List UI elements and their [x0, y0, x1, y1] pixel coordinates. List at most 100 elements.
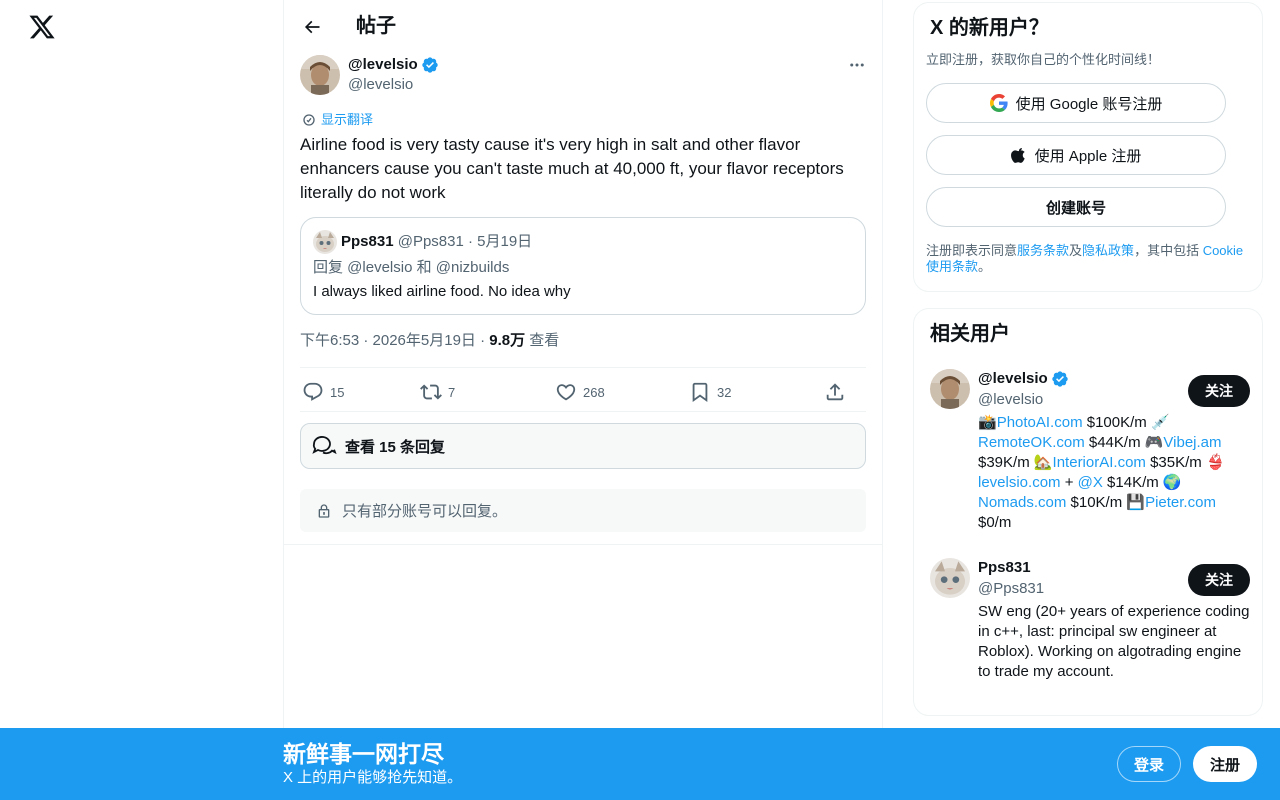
bio-text: $100K/m 💉: [1082, 414, 1170, 431]
user-bio: SW eng (20+ years of experience coding i…: [978, 603, 1250, 680]
translate-icon: [303, 114, 315, 126]
reply-icon: [303, 382, 323, 401]
login-button[interactable]: 登录: [1117, 746, 1181, 782]
share-icon: [826, 383, 844, 401]
user-handle[interactable]: @Pps831: [978, 579, 1044, 599]
repost-count: 7: [448, 384, 456, 400]
signup-subtitle: 立即注册，获取你自己的个性化时间线！: [926, 52, 1161, 67]
bio-text: +: [1060, 474, 1078, 491]
divider: [300, 367, 866, 368]
bio-text: $14K/m 🌍: [1102, 474, 1182, 491]
signup-card: X 的新用户？ 立即注册，获取你自己的个性化时间线！ 使用 Google 账号注…: [913, 2, 1263, 292]
divider: [300, 411, 866, 412]
like-count: 268: [583, 384, 605, 400]
post-timestamp: 下午6:53 · 2026年5月19日 · 9.8万 查看: [300, 332, 559, 350]
signup-button[interactable]: 注册: [1193, 746, 1257, 782]
quote-author-name: Pps831: [341, 233, 394, 250]
page-title: 帖子: [356, 15, 396, 37]
arrow-left-icon: [304, 20, 320, 34]
bio-link[interactable]: Nomads.com: [978, 494, 1066, 511]
user-bio: 📸PhotoAI.com $100K/m 💉 RemoteOK.com $44K…: [978, 413, 1250, 533]
legal-end: 。: [978, 259, 992, 274]
related-users-title: 相关用户: [930, 323, 1010, 345]
create-account-button[interactable]: 创建账号: [926, 187, 1226, 227]
views-label: 查看: [525, 332, 560, 349]
bio-text: 📸: [978, 414, 997, 431]
banner-title: 新鲜事一网打尽: [283, 741, 444, 767]
quote-header: Pps831 @Pps831 · 5月19日: [341, 233, 532, 251]
google-signup-label: 使用 Google 账号注册: [1015, 95, 1163, 113]
user-name[interactable]: @levelsio: [978, 369, 1069, 389]
view-replies-button[interactable]: 查看 15 条回复: [300, 423, 866, 469]
legal-text: 注册即表示同意服务条款及隐私政策，其中包括 Cookie 使用条款。: [926, 243, 1252, 275]
user-name[interactable]: Pps831: [978, 558, 1031, 578]
author-handle[interactable]: @levelsio: [348, 76, 413, 94]
bio-text: $0/m: [978, 514, 1012, 531]
legal-and: 及: [1069, 243, 1083, 258]
x-logo-icon[interactable]: [28, 13, 56, 41]
post-header: 帖子: [284, 0, 883, 53]
user-handle[interactable]: @levelsio: [978, 390, 1043, 410]
user-name-text: @levelsio: [978, 370, 1048, 387]
reply-count: 15: [330, 384, 345, 400]
bio-link[interactable]: RemoteOK.com: [978, 434, 1085, 451]
translate-link[interactable]: 显示翻译: [301, 112, 373, 128]
bio-link[interactable]: PhotoAI.com: [997, 414, 1083, 431]
bookmark-button[interactable]: 32: [689, 376, 731, 408]
bookmark-count: 32: [717, 384, 732, 400]
bio-text: $39K/m 🏡: [978, 454, 1053, 471]
view-replies-label: 查看 15 条回复: [345, 438, 446, 456]
bio-text: $44K/m 🎮: [1084, 434, 1164, 451]
user-avatar[interactable]: [930, 369, 970, 409]
quoted-post[interactable]: Pps831 @Pps831 · 5月19日 回复 @levelsio 和 @n…: [300, 217, 866, 315]
privacy-link[interactable]: 隐私政策: [1082, 243, 1134, 258]
back-button[interactable]: [296, 11, 328, 43]
author-name[interactable]: @levelsio: [348, 56, 439, 74]
quote-meta: @Pps831 · 5月19日: [397, 233, 533, 250]
heart-icon: [556, 384, 576, 401]
google-signup-button[interactable]: 使用 Google 账号注册: [926, 83, 1226, 123]
chat-bubbles-icon: [312, 436, 337, 455]
repost-button[interactable]: 7: [420, 376, 455, 408]
bio-link[interactable]: levelsio.com: [978, 474, 1061, 491]
post-actions: 15 7 268 32: [300, 376, 866, 408]
verified-badge-icon: [421, 57, 438, 73]
post-column: 帖子 @levelsio @levelsio 显示翻译 Airline food…: [283, 0, 883, 800]
lock-icon: [318, 503, 330, 518]
related-user[interactable]: @levelsio @levelsio 关注 📸PhotoAI.com $100…: [930, 369, 1250, 535]
more-horizontal-icon: [850, 63, 864, 67]
quote-text: I always liked airline food. No idea why: [313, 283, 571, 300]
share-button[interactable]: [824, 376, 846, 408]
reply-button[interactable]: 15: [302, 376, 344, 408]
apple-signup-button[interactable]: 使用 Apple 注册: [926, 135, 1226, 175]
banner-subtitle: X 上的用户能够抢先知道。: [283, 769, 463, 786]
bio-link[interactable]: Pieter.com: [1145, 494, 1216, 511]
signup-title: X 的新用户？: [930, 17, 1049, 39]
bio-text: $10K/m 💾: [1066, 494, 1146, 511]
reply-restriction-note: 只有部分账号可以回复。: [300, 489, 866, 532]
create-account-label: 创建账号: [1045, 199, 1106, 217]
more-options-button[interactable]: [842, 52, 872, 78]
timestamp-text: 下午6:53 · 2026年5月19日 ·: [300, 332, 490, 349]
reply-restriction-text: 只有部分账号可以回复。: [342, 503, 508, 520]
related-user[interactable]: Pps831 @Pps831 关注 SW eng (20+ years of e…: [930, 558, 1250, 708]
legal-mid: ，其中包括: [1134, 243, 1203, 258]
apple-icon: [1010, 147, 1025, 163]
like-button[interactable]: 268: [555, 376, 605, 408]
repost-icon: [420, 384, 442, 400]
bio-text: $35K/m 👙: [1145, 454, 1225, 471]
bio-link[interactable]: Vibej.am: [1163, 434, 1221, 451]
post-text: Airline food is very tasty cause it's ve…: [300, 135, 844, 202]
bio-link[interactable]: InteriorAI.com: [1053, 454, 1146, 471]
author-name-text: @levelsio: [348, 56, 418, 73]
bio-link[interactable]: @X: [1078, 474, 1103, 491]
user-avatar[interactable]: [930, 558, 970, 598]
follow-button[interactable]: 关注: [1188, 375, 1250, 407]
verified-badge-icon: [1051, 371, 1068, 387]
author-avatar[interactable]: [300, 55, 340, 95]
legal-prefix: 注册即表示同意: [926, 243, 1018, 258]
follow-button[interactable]: 关注: [1188, 564, 1250, 596]
google-icon: [989, 94, 1008, 112]
views-count: 9.8万: [489, 332, 526, 349]
terms-link[interactable]: 服务条款: [1017, 243, 1069, 258]
